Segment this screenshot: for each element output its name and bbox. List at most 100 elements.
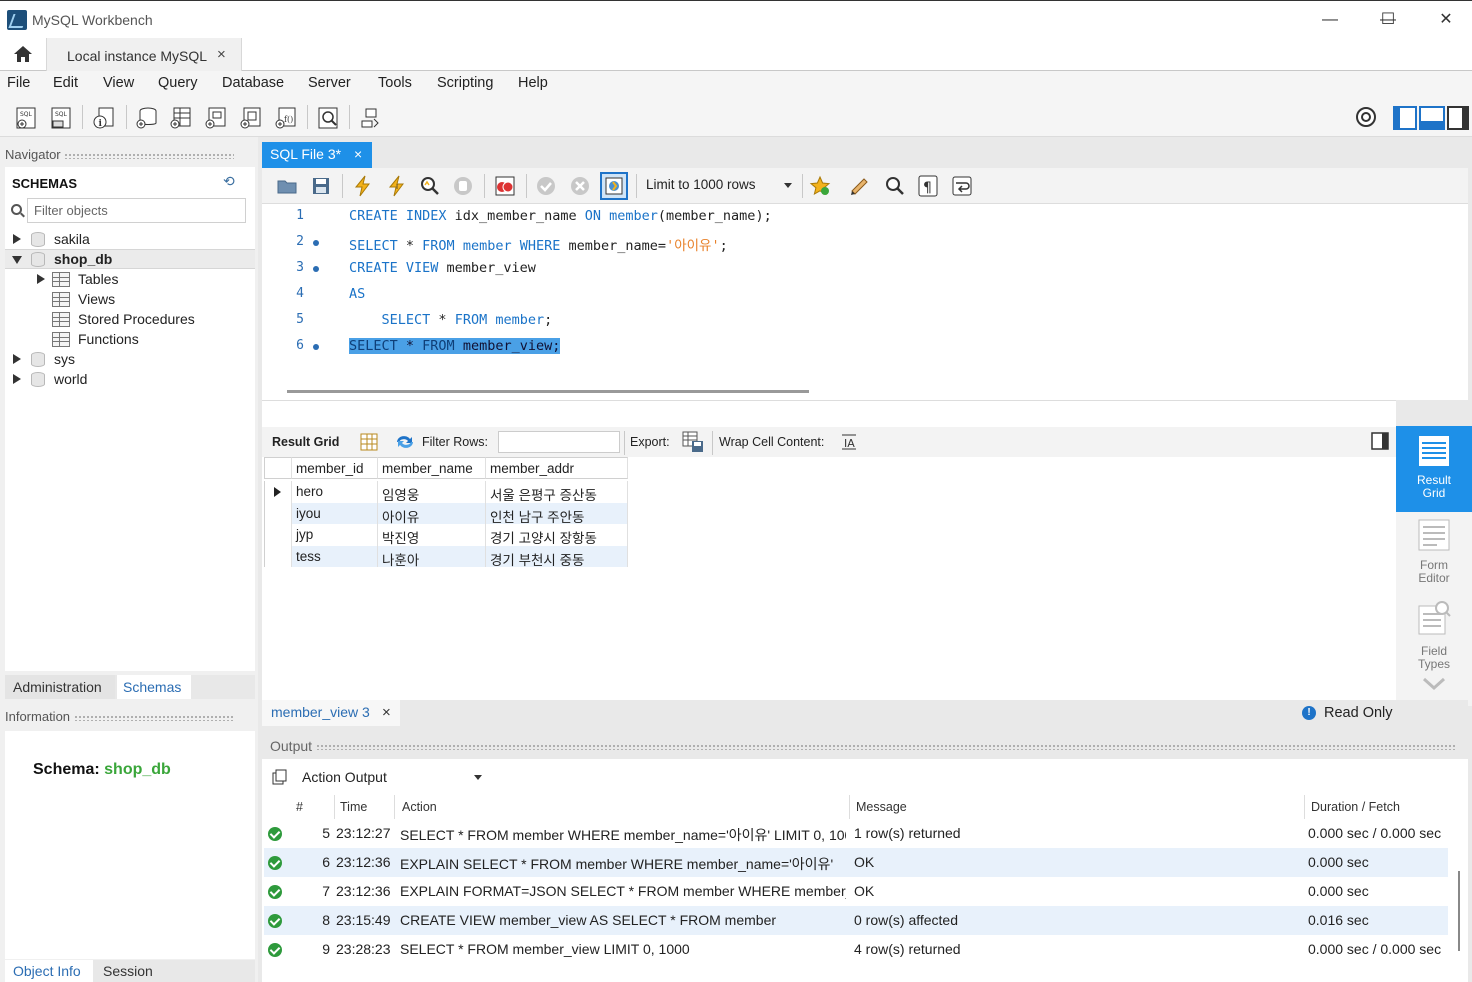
filter-objects-input[interactable] [28, 199, 245, 222]
inspector-icon[interactable]: i [91, 105, 117, 131]
output-row[interactable]: 9 23:28:23 SELECT * FROM member_view LIM… [264, 935, 1448, 964]
close-window-button[interactable]: ✕ [1426, 7, 1466, 33]
form-editor-side-label[interactable]: Form Editor [1396, 559, 1472, 585]
code-line[interactable]: 4 AS [262, 282, 1468, 308]
tree-item-functions[interactable]: Functions [5, 330, 255, 350]
table-cell[interactable]: hero [292, 481, 378, 503]
refresh-icon[interactable] [394, 433, 416, 451]
result-grid-side-button[interactable]: Result Grid [1396, 426, 1472, 512]
menu-edit[interactable]: Edit [53, 75, 78, 91]
tab-administration[interactable]: Administration [5, 675, 115, 699]
maximize-button[interactable]: ☐ [1368, 7, 1408, 33]
toggle-side-panel-icon[interactable] [1370, 431, 1390, 451]
sql-code-editor[interactable]: 1 CREATE INDEX idx_member_name ON member… [262, 204, 1468, 400]
toggle-stop-on-error-icon[interactable] [600, 172, 628, 200]
beautify-icon[interactable] [849, 175, 871, 197]
execute-current-statement-icon[interactable]: I [386, 175, 408, 197]
tab-member-view[interactable]: member_view 3 × [262, 700, 400, 726]
field-types-icon[interactable] [1416, 600, 1452, 638]
tab-sql-file[interactable]: SQL File 3* × [262, 142, 372, 168]
table-row[interactable]: tess 나훈아 경기 부천시 중동 [264, 545, 628, 567]
output-type-select[interactable]: Action Output [296, 765, 484, 789]
filter-rows-input[interactable] [498, 431, 620, 453]
tab-object-info[interactable]: Object Info [5, 960, 93, 982]
table-row[interactable]: hero 임영웅 서울 은평구 증산동 [264, 481, 628, 503]
menu-help[interactable]: Help [518, 75, 548, 91]
close-tab-icon[interactable]: × [217, 46, 226, 63]
create-function-icon[interactable]: f() [273, 105, 299, 131]
stop-icon[interactable] [452, 175, 474, 197]
code-line[interactable]: 5 SELECT * FROM member; [262, 308, 1468, 334]
output-row[interactable]: 7 23:12:36 EXPLAIN FORMAT=JSON SELECT * … [264, 877, 1448, 906]
menu-database[interactable]: Database [222, 75, 284, 91]
minimize-button-glyph[interactable]: — [1310, 7, 1350, 33]
output-row[interactable]: 5 23:12:27 SELECT * FROM member WHERE me… [264, 819, 1448, 848]
panel-layout-toggle-icon[interactable] [1393, 106, 1469, 130]
field-types-side-label[interactable]: Field Types [1396, 645, 1472, 671]
menu-server[interactable]: Server [308, 75, 351, 91]
table-cell[interactable]: 경기 부천시 중동 [486, 545, 628, 567]
filter-objects-box[interactable] [27, 198, 246, 223]
create-view-icon[interactable] [203, 105, 229, 131]
commit-icon[interactable] [535, 175, 557, 197]
refresh-schemas-icon[interactable]: ⟲ [223, 173, 235, 190]
table-cell[interactable]: 박진영 [378, 524, 486, 546]
reconnect-icon[interactable] [358, 105, 384, 131]
expand-arrow-icon[interactable] [37, 274, 45, 284]
find-replace-icon[interactable] [884, 175, 906, 197]
open-file-icon[interactable] [276, 175, 298, 197]
invisible-characters-icon[interactable]: ¶ [917, 175, 939, 197]
tab-session[interactable]: Session [95, 960, 185, 982]
limit-rows-select[interactable]: Limit to 1000 rows [646, 177, 794, 192]
wrap-text-icon[interactable]: IA [840, 433, 858, 451]
table-row[interactable]: iyou 아이유 인천 남구 주안동 [264, 502, 628, 524]
explain-icon[interactable] [419, 175, 441, 197]
output-row[interactable]: 8 23:15:49 CREATE VIEW member_view AS SE… [264, 906, 1448, 935]
table-cell[interactable]: 서울 은평구 증산동 [486, 481, 628, 503]
expand-arrow-icon[interactable] [13, 374, 21, 384]
open-sql-script-icon[interactable]: SQL [49, 105, 75, 131]
menu-tools[interactable]: Tools [378, 75, 412, 91]
horizontal-scrollbar[interactable] [287, 390, 809, 393]
vertical-scrollbar[interactable] [1458, 871, 1460, 951]
execute-lightning-icon[interactable] [352, 175, 374, 197]
collapse-arrow-icon[interactable] [12, 256, 22, 264]
schema-row-sakila[interactable]: sakila [5, 230, 255, 250]
output-row[interactable]: 6 23:12:36 EXPLAIN SELECT * FROM member … [264, 848, 1448, 877]
form-editor-icon[interactable] [1416, 518, 1452, 552]
preferences-gear-icon[interactable] [1355, 106, 1377, 128]
save-icon[interactable] [310, 175, 332, 197]
tab-local-instance[interactable]: Local instance MySQL × [46, 38, 242, 71]
menu-file[interactable]: File [7, 75, 30, 91]
table-cell[interactable]: 인천 남구 주안동 [486, 502, 628, 524]
result-grid-label[interactable]: Result Grid [272, 435, 339, 449]
add-snippet-star-icon[interactable] [809, 175, 831, 197]
column-header[interactable]: member_id [292, 457, 378, 479]
copy-icon[interactable] [272, 769, 288, 785]
column-header[interactable]: member_addr [486, 457, 628, 479]
table-cell[interactable]: 임영웅 [378, 481, 486, 503]
new-sql-tab-icon[interactable]: SQL [14, 105, 40, 131]
word-wrap-icon[interactable] [951, 175, 973, 197]
column-header[interactable]: member_name [378, 457, 486, 479]
close-tab-icon[interactable]: × [354, 146, 362, 162]
table-cell[interactable]: 나훈아 [378, 545, 486, 567]
chevron-down-icon[interactable] [784, 183, 792, 188]
expand-arrow-icon[interactable] [13, 354, 21, 364]
chevron-down-icon[interactable] [474, 775, 482, 780]
create-schema-icon[interactable] [134, 105, 160, 131]
menu-scripting[interactable]: Scripting [437, 75, 493, 91]
home-tab[interactable] [0, 38, 46, 71]
table-cell[interactable]: 경기 고양시 장항동 [486, 524, 628, 546]
tree-item-views[interactable]: Views [5, 290, 255, 310]
tree-item-stored-procedures[interactable]: Stored Procedures [5, 310, 255, 330]
search-table-data-icon[interactable] [316, 105, 342, 131]
table-cell[interactable]: 아이유 [378, 502, 486, 524]
table-cell[interactable]: tess [292, 545, 378, 567]
code-line[interactable]: 2 SELECT * FROM member WHERE member_name… [262, 230, 1468, 256]
tree-item-tables[interactable]: Tables [5, 270, 255, 290]
table-cell[interactable]: jyp [292, 524, 378, 546]
tab-schemas[interactable]: Schemas [117, 675, 191, 699]
code-line[interactable]: 1 CREATE INDEX idx_member_name ON member… [262, 204, 1468, 230]
code-line[interactable]: 6 SELECT * FROM member_view; [262, 334, 1468, 360]
